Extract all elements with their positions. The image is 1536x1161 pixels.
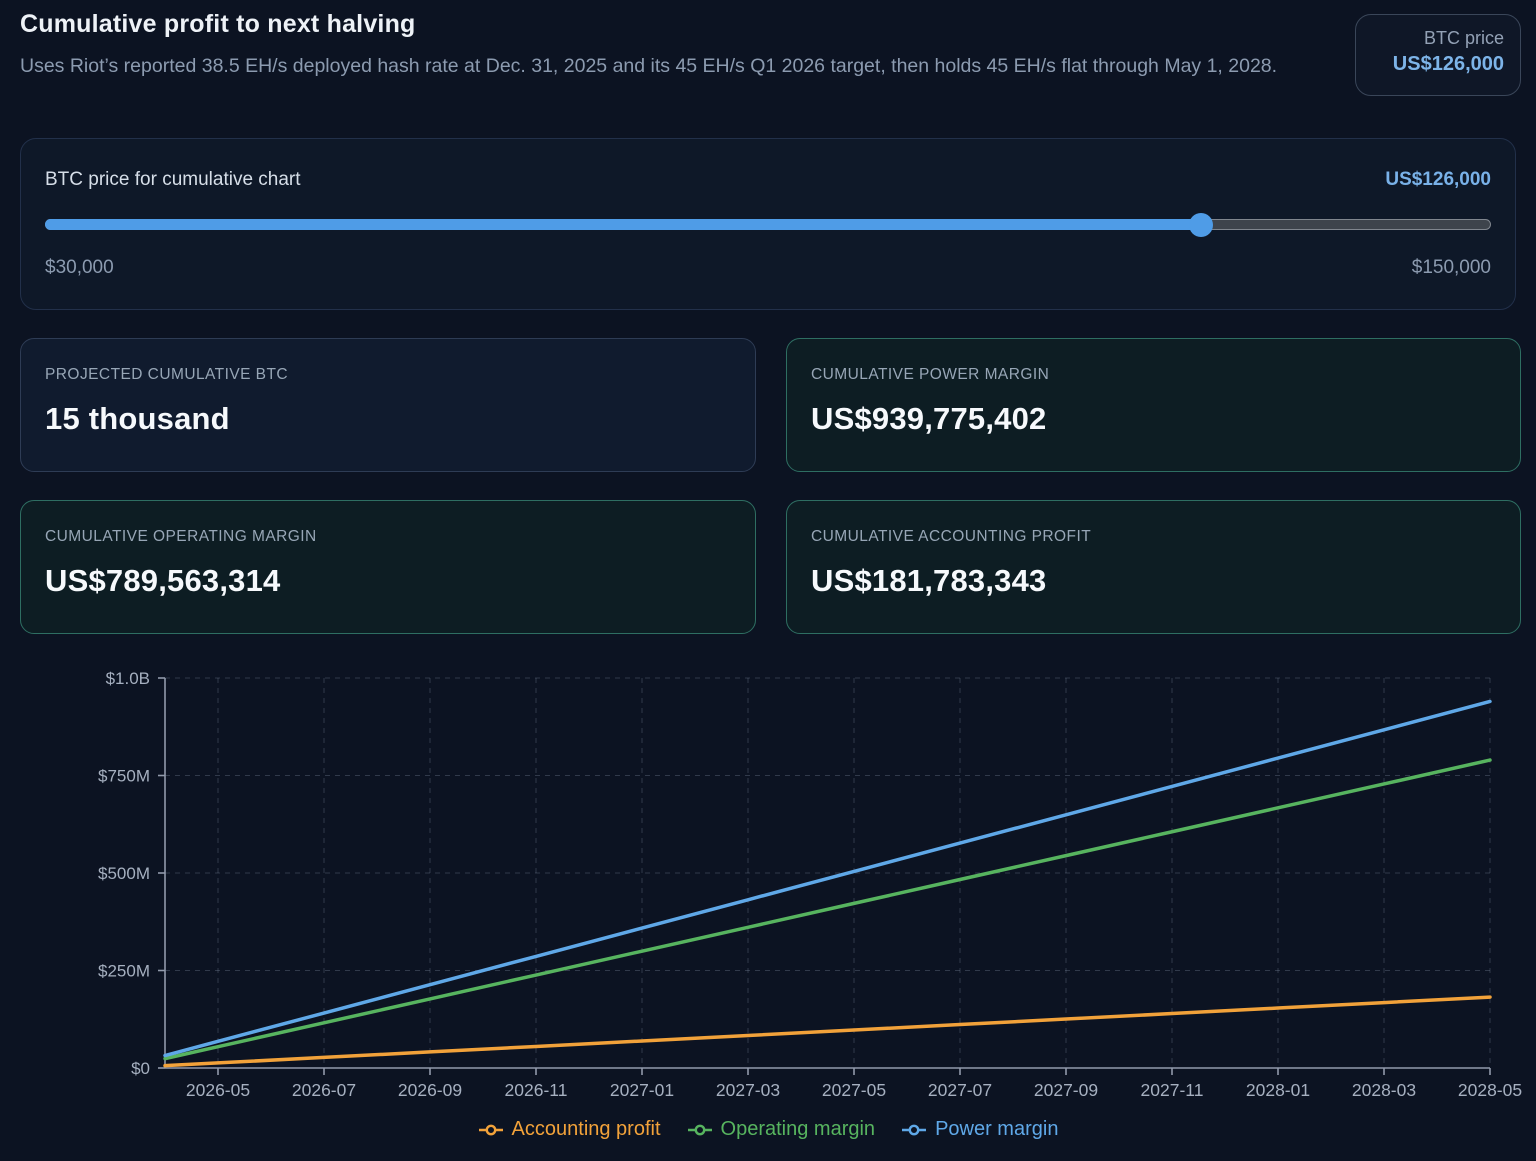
- slider-current-value: US$126,000: [1385, 169, 1491, 190]
- page-title: Cumulative profit to next halving: [20, 10, 416, 38]
- app: { "header": { "title": "Cumulative profi…: [0, 0, 1536, 1161]
- line-dot-marker-icon: [687, 1123, 713, 1137]
- stat-card-cumulative-operating-margin: CUMULATIVE OPERATING MARGIN US$789,563,3…: [20, 500, 756, 634]
- slider-min-label: $30,000: [45, 257, 114, 278]
- stat-value: US$939,775,402: [811, 401, 1047, 436]
- svg-text:2026-07: 2026-07: [292, 1080, 356, 1100]
- page-subtitle: Uses Riot’s reported 38.5 EH/s deployed …: [20, 55, 1278, 77]
- legend-item-operating-margin[interactable]: Operating margin: [687, 1118, 876, 1141]
- profit-chart-svg[interactable]: 2026-05 2026-07 2026-09 2026-11 2027-01 2027-…: [0, 655, 1536, 1115]
- btc-price-badge-label: BTC price: [1423, 28, 1504, 48]
- cumulative-profit-chart[interactable]: 2026-05 2026-07 2026-09 2026-11 2027-01 2027-…: [0, 655, 1536, 1115]
- btc-price-slider-thumb[interactable]: [1189, 212, 1214, 237]
- svg-text:$1.0B: $1.0B: [106, 669, 150, 688]
- legend-item-power-margin[interactable]: Power margin: [901, 1118, 1058, 1141]
- btc-price-slider-track[interactable]: [45, 212, 1491, 237]
- stat-value: 15 thousand: [45, 401, 230, 436]
- svg-text:2027-05: 2027-05: [822, 1080, 886, 1100]
- svg-text:2028-01: 2028-01: [1246, 1080, 1310, 1100]
- line-dot-marker-icon: [901, 1123, 927, 1137]
- legend-label: Accounting profit: [511, 1118, 661, 1140]
- stat-card-cumulative-accounting-profit: CUMULATIVE ACCOUNTING PROFIT US$181,783,…: [786, 500, 1521, 634]
- svg-text:$0: $0: [131, 1059, 150, 1078]
- slider-range-labels: $30,000 $150,000: [45, 257, 1491, 279]
- svg-text:2026-05: 2026-05: [186, 1080, 250, 1100]
- legend-item-accounting-profit[interactable]: Accounting profit: [478, 1118, 661, 1141]
- page-header: Cumulative profit to next halving Uses R…: [20, 10, 1330, 81]
- svg-text:2027-01: 2027-01: [610, 1080, 674, 1100]
- svg-text:2028-05: 2028-05: [1458, 1080, 1522, 1100]
- line-dot-marker-icon: [478, 1123, 504, 1137]
- stat-card-cumulative-power-margin: CUMULATIVE POWER MARGIN US$939,775,402: [786, 338, 1521, 472]
- svg-text:2026-11: 2026-11: [505, 1080, 568, 1100]
- svg-text:2028-03: 2028-03: [1352, 1080, 1416, 1100]
- btc-price-badge-value: US$126,000: [1392, 53, 1504, 75]
- btc-price-badge: BTC price US$126,000: [1355, 14, 1521, 96]
- slider-label: BTC price for cumulative chart: [45, 169, 301, 190]
- slider-fill: [45, 219, 1201, 230]
- svg-text:2027-09: 2027-09: [1034, 1080, 1098, 1100]
- svg-text:2027-11: 2027-11: [1141, 1080, 1204, 1100]
- svg-text:2027-07: 2027-07: [928, 1080, 992, 1100]
- stat-card-projected-cumulative-btc: PROJECTED CUMULATIVE BTC 15 thousand: [20, 338, 756, 472]
- btc-price-slider-panel: BTC price for cumulative chart US$126,00…: [20, 138, 1516, 310]
- chart-legend: Accounting profit Operating margin Power…: [0, 1118, 1536, 1141]
- stat-label: CUMULATIVE POWER MARGIN: [811, 366, 1050, 383]
- svg-text:2026-09: 2026-09: [398, 1080, 462, 1100]
- slider-max-label: $150,000: [1411, 257, 1491, 278]
- legend-label: Operating margin: [720, 1118, 876, 1140]
- legend-label: Power margin: [935, 1118, 1059, 1140]
- stat-label: CUMULATIVE OPERATING MARGIN: [45, 528, 317, 545]
- svg-text:2027-03: 2027-03: [716, 1080, 780, 1100]
- slider-head: BTC price for cumulative chart US$126,00…: [45, 169, 1491, 191]
- stat-label: PROJECTED CUMULATIVE BTC: [45, 366, 289, 383]
- stat-value: US$181,783,343: [811, 563, 1047, 598]
- svg-text:$750M: $750M: [98, 767, 150, 786]
- svg-text:$500M: $500M: [98, 864, 150, 883]
- svg-text:$250M: $250M: [98, 962, 150, 981]
- stat-label: CUMULATIVE ACCOUNTING PROFIT: [811, 528, 1092, 545]
- stat-value: US$789,563,314: [45, 563, 281, 598]
